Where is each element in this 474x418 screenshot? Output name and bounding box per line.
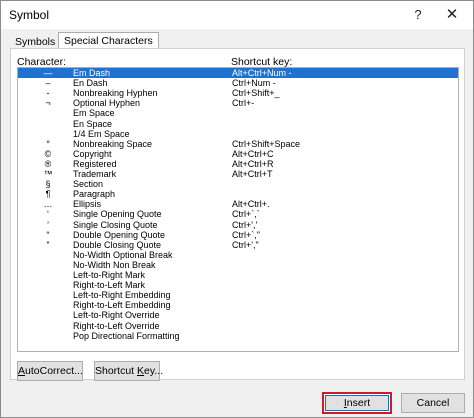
character-name: Nonbreaking Hyphen <box>73 88 158 99</box>
close-icon[interactable]: ✕ <box>441 5 463 25</box>
list-item[interactable]: ’ Single Closing Quote Ctrl+',' <box>18 220 458 230</box>
character-glyph: § <box>45 179 51 190</box>
list-item[interactable]: ” Double Closing Quote Ctrl+'," <box>18 240 458 250</box>
autocorrect-button[interactable]: AutoCorrect... <box>17 361 83 381</box>
character-name: Single Closing Quote <box>73 219 158 230</box>
character-name: Right-to-Left Embedding <box>73 300 171 311</box>
list-item[interactable]: ¬ Optional Hyphen Ctrl+- <box>18 98 458 108</box>
list-item[interactable]: No-Width Non Break <box>18 260 458 270</box>
list-item[interactable]: — Em Dash Alt+Ctrl+Num - <box>18 68 458 78</box>
character-name: Paragraph <box>73 189 116 200</box>
shortcut-key: Ctrl+Num - <box>232 78 276 89</box>
shortcut-key: Ctrl+`," <box>232 229 260 240</box>
list-item[interactable]: ™ Trademark Alt+Ctrl+T <box>18 169 458 179</box>
shortcut-key: Ctrl+- <box>232 98 255 109</box>
tab-special-characters[interactable]: Special Characters <box>58 32 159 49</box>
list-item[interactable]: No-Width Optional Break <box>18 250 458 260</box>
shortcut-key: Ctrl+'," <box>232 239 259 250</box>
list-item[interactable]: Pop Directional Formatting <box>18 331 458 341</box>
character-glyph: ’ <box>47 219 49 230</box>
list-item[interactable]: Left-to-Right Mark <box>18 270 458 280</box>
shortcut-key: Ctrl+Shift+Space <box>232 138 301 149</box>
character-glyph: — <box>43 68 53 78</box>
character-name: Left-to-Right Embedding <box>73 290 171 301</box>
list-item[interactable]: ‘ Single Opening Quote Ctrl+`,` <box>18 209 458 219</box>
list-item[interactable]: § Section <box>18 179 458 189</box>
list-item[interactable]: ¶ Paragraph <box>18 189 458 199</box>
list-item[interactable]: Right-to-Left Embedding <box>18 300 458 310</box>
shortcut-key: Ctrl+',' <box>232 219 258 230</box>
shortcut-key-button[interactable]: Shortcut Key... <box>94 361 164 381</box>
character-name: Em Dash <box>73 68 111 78</box>
shortcut-key: Alt+Ctrl+Num - <box>232 68 292 78</box>
shortcut-key: Alt+Ctrl+C <box>232 148 274 159</box>
shortcut-key: Alt+Ctrl+T <box>232 169 273 179</box>
list-item[interactable]: © Copyright Alt+Ctrl+C <box>18 149 458 159</box>
character-glyph: – <box>45 78 51 89</box>
character-name: Ellipsis <box>73 199 102 210</box>
list-item[interactable]: Right-to-Left Mark <box>18 280 458 290</box>
insert-button[interactable]: Insert <box>322 392 392 414</box>
character-glyph: “ <box>46 229 50 240</box>
autocorrect-label: utoCorrect... <box>25 365 83 377</box>
shortcut-key: Alt+Ctrl+. <box>232 199 270 210</box>
character-name: Optional Hyphen <box>73 98 141 109</box>
window-title: Symbol <box>9 8 50 22</box>
shortcut-key-accel: K <box>137 365 145 377</box>
shortcut-key-label-post: ey... <box>144 365 164 377</box>
list-item[interactable]: Right-to-Left Override <box>18 321 458 331</box>
character-name: No-Width Optional Break <box>73 249 173 260</box>
help-icon[interactable]: ? <box>407 5 429 25</box>
character-glyph: ® <box>44 158 52 169</box>
list-item[interactable]: 1/4 Em Space <box>18 129 458 139</box>
special-characters-list[interactable]: — Em Dash Alt+Ctrl+Num - – En Dash Ctrl+Num -… <box>17 67 459 352</box>
character-glyph: ™ <box>43 169 53 179</box>
list-item[interactable]: ® Registered Alt+Ctrl+R <box>18 159 458 169</box>
list-item[interactable]: ‑ Nonbreaking Hyphen Ctrl+Shift+_ <box>18 88 458 98</box>
character-name: Right-to-Left Override <box>73 320 160 331</box>
character-name: Single Opening Quote <box>73 209 162 220</box>
character-name: Nonbreaking Space <box>73 138 153 149</box>
character-glyph: ¬ <box>45 98 51 109</box>
list-item[interactable]: ° Nonbreaking Space Ctrl+Shift+Space <box>18 139 458 149</box>
character-name: Pop Directional Formatting <box>73 330 180 341</box>
shortcut-key: Alt+Ctrl+R <box>232 158 274 169</box>
list-item[interactable]: … Ellipsis Alt+Ctrl+. <box>18 199 458 209</box>
character-name: Left-to-Right Mark <box>73 270 146 280</box>
character-name: Section <box>73 179 104 190</box>
list-item[interactable]: Left-to-Right Override <box>18 310 458 320</box>
shortcut-key: Ctrl+Shift+_ <box>232 88 280 99</box>
title-bar: Symbol ? ✕ <box>1 1 473 29</box>
character-glyph: ‑ <box>46 88 50 99</box>
list-item[interactable]: En Space <box>18 119 458 129</box>
list-item[interactable]: Left-to-Right Embedding <box>18 290 458 300</box>
character-glyph: ° <box>46 138 50 149</box>
character-glyph: © <box>44 148 52 159</box>
character-name: Trademark <box>73 169 117 179</box>
character-name: Left-to-Right Override <box>73 310 160 321</box>
list-item[interactable]: “ Double Opening Quote Ctrl+`," <box>18 230 458 240</box>
character-name: Double Closing Quote <box>73 239 162 250</box>
character-name: Double Opening Quote <box>73 229 166 240</box>
shortcut-key: Ctrl+`,` <box>232 209 260 220</box>
character-name: No-Width Non Break <box>73 259 156 270</box>
character-name: Right-to-Left Mark <box>73 280 146 291</box>
character-glyph: ‘ <box>47 209 49 220</box>
list-item[interactable]: Em Space <box>18 108 458 118</box>
character-glyph: ¶ <box>45 189 51 200</box>
character-name: 1/4 Em Space <box>73 128 130 139</box>
cancel-button[interactable]: Cancel <box>401 393 465 413</box>
insert-label: nsert <box>346 397 371 409</box>
character-name: Registered <box>73 158 117 169</box>
character-glyph: ” <box>46 239 50 250</box>
character-name: En Dash <box>73 78 108 89</box>
character-name: Em Space <box>73 108 115 119</box>
list-item[interactable]: – En Dash Ctrl+Num - <box>18 78 458 88</box>
shortcut-key-label-pre: Shortcut <box>95 365 138 377</box>
character-glyph: … <box>43 199 53 210</box>
character-name: Copyright <box>73 148 112 159</box>
character-name: En Space <box>73 118 113 129</box>
